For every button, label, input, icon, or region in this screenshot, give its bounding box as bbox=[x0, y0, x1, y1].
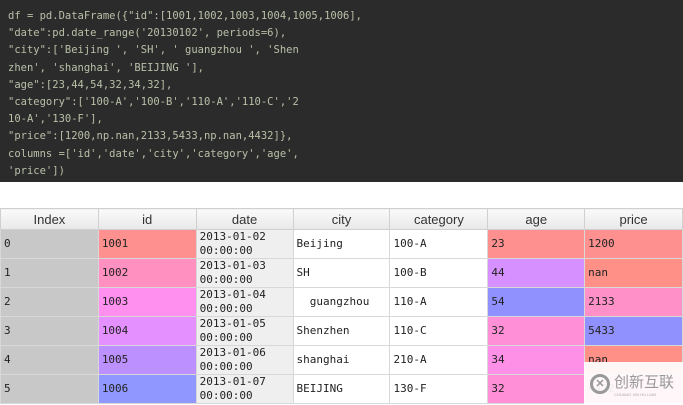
table-row[interactable]: 4 1005 2013-01-06 00:00:00 shanghai 210-A 34 n… bbox=[0, 345, 683, 375]
index-cell[interactable]: 1 bbox=[0, 258, 99, 288]
date-cell[interactable]: 2013-01-02 00:00:00 bbox=[195, 229, 294, 259]
age-cell[interactable]: 54 bbox=[487, 287, 586, 317]
id-cell[interactable]: 1001 bbox=[97, 229, 197, 259]
age-cell[interactable]: 34 bbox=[487, 345, 586, 375]
age-cell[interactable]: 32 bbox=[487, 316, 586, 346]
city-cell[interactable]: guangzhou bbox=[292, 287, 391, 317]
code-line: 10-A','130-F'], bbox=[8, 113, 103, 126]
index-cell[interactable]: 2 bbox=[0, 287, 99, 317]
category-cell[interactable]: 100-A bbox=[389, 229, 489, 259]
column-header-index[interactable]: Index bbox=[0, 208, 99, 230]
table-row[interactable]: 0 1001 2013-01-02 00:00:00 Beijing 100-A 23 12… bbox=[0, 229, 683, 259]
watermark-logo-icon: ✕ bbox=[590, 373, 610, 394]
id-cell[interactable]: 1006 bbox=[97, 374, 197, 404]
index-cell[interactable]: 5 bbox=[0, 374, 99, 404]
city-cell[interactable]: Shenzhen bbox=[292, 316, 391, 346]
city-cell[interactable]: BEIJING bbox=[292, 374, 391, 404]
column-header-date[interactable]: date bbox=[195, 208, 294, 230]
column-header-city[interactable]: city bbox=[292, 208, 391, 230]
code-line: "category":['100-A','100-B','110-A','110… bbox=[8, 96, 299, 109]
table-row[interactable]: 510062013-01-07 00:00:00BEIJING130-F3244… bbox=[0, 374, 683, 404]
dataframe-table: Index id date city category age price 0 1001 201… bbox=[0, 208, 683, 404]
category-cell[interactable]: 100-B bbox=[389, 258, 489, 288]
code-line: "city":['Beijing ', 'SH', ' guangzhou ',… bbox=[8, 44, 299, 57]
category-cell[interactable]: 130-F bbox=[389, 374, 489, 404]
price-cell[interactable]: 5433 bbox=[584, 316, 683, 346]
column-header-age[interactable]: age bbox=[487, 208, 586, 230]
date-cell[interactable]: 2013-01-07 00:00:00 bbox=[195, 374, 294, 404]
date-cell[interactable]: 2013-01-04 00:00:00 bbox=[195, 287, 294, 317]
code-line: zhen', 'shanghai', 'BEIJING '], bbox=[8, 61, 204, 74]
id-cell[interactable]: 1004 bbox=[97, 316, 197, 346]
code-block: df = pd.DataFrame({"id":[1001,1002,1003,… bbox=[0, 0, 683, 182]
age-cell[interactable]: 32 bbox=[487, 374, 586, 404]
price-cell[interactable]: nan bbox=[584, 258, 683, 288]
date-cell[interactable]: 2013-01-05 00:00:00 bbox=[195, 316, 294, 346]
category-cell[interactable]: 210-A bbox=[389, 345, 489, 375]
code-line: "price":[1200,np.nan,2133,5433,np.nan,44… bbox=[8, 130, 293, 143]
index-cell[interactable]: 3 bbox=[0, 316, 99, 346]
date-cell[interactable]: 2013-01-06 00:00:00 bbox=[195, 345, 294, 375]
column-header-price[interactable]: price bbox=[584, 208, 683, 230]
date-cell[interactable]: 2013-01-03 00:00:00 bbox=[195, 258, 294, 288]
id-cell[interactable]: 1003 bbox=[97, 287, 197, 317]
category-cell[interactable]: 110-C bbox=[389, 316, 489, 346]
category-cell[interactable]: 110-A bbox=[389, 287, 489, 317]
index-cell[interactable]: 0 bbox=[0, 229, 99, 259]
price-cell[interactable]: 1200 bbox=[584, 229, 683, 259]
watermark-text: 创新互联 bbox=[614, 372, 675, 391]
code-line: columns =['id','date','city','category',… bbox=[8, 147, 299, 160]
code-line: "age":[23,44,54,32,34,32], bbox=[8, 78, 173, 91]
id-cell[interactable]: 1005 bbox=[97, 345, 197, 375]
code-line: "date":pd.date_range('20130102', periods… bbox=[8, 27, 287, 40]
id-cell[interactable]: 1002 bbox=[97, 258, 197, 288]
table-row[interactable]: 2 1003 2013-01-04 00:00:00 guangzhou 110-A 5… bbox=[0, 287, 683, 317]
table-row[interactable]: 1 1002 2013-01-03 00:00:00 SH 100-B 44 nan bbox=[0, 258, 683, 288]
city-cell[interactable]: shanghai bbox=[292, 345, 391, 375]
age-cell[interactable]: 44 bbox=[487, 258, 586, 288]
watermark: ✕ 创新互联 CHUANG XIN HU LIAN bbox=[584, 362, 683, 405]
code-line: df = pd.DataFrame({"id":[1001,1002,1003,… bbox=[8, 10, 363, 22]
table-row[interactable]: 3 1004 2013-01-05 00:00:00 Shenzhen 110-C 32 5… bbox=[0, 316, 683, 346]
index-cell[interactable]: 4 bbox=[0, 345, 99, 375]
column-header-category[interactable]: category bbox=[389, 208, 489, 230]
watermark-subtext: CHUANG XIN HU LIAN bbox=[614, 391, 657, 397]
price-cell[interactable]: 2133 bbox=[584, 287, 683, 317]
column-header-id[interactable]: id bbox=[97, 208, 197, 230]
city-cell[interactable]: Beijing bbox=[292, 229, 391, 259]
code-line: 'price']) bbox=[8, 164, 65, 177]
city-cell[interactable]: SH bbox=[292, 258, 391, 288]
age-cell[interactable]: 23 bbox=[487, 229, 586, 259]
